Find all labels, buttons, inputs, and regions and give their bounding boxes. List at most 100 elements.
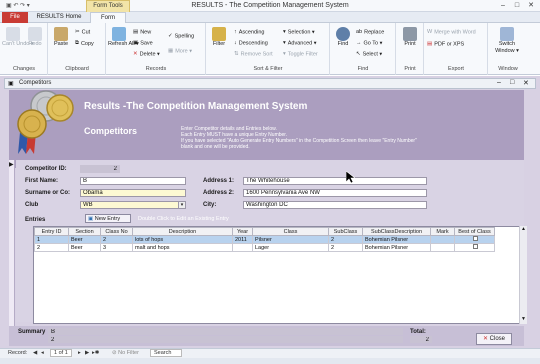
cell — [430, 243, 455, 252]
cell: 2 — [100, 235, 133, 244]
save-icon: ▣ — [133, 40, 139, 46]
col-best-of-class[interactable]: Best of Class — [454, 227, 495, 236]
print-button[interactable]: Print — [399, 27, 421, 48]
goto-icon: → — [356, 40, 362, 46]
col-year[interactable]: Year — [232, 227, 253, 236]
last-record-icon[interactable]: ▶ — [85, 350, 89, 356]
summary-field: B — [48, 328, 403, 335]
grid-scrollbar[interactable]: ▲ ▼ — [519, 226, 527, 324]
record-position-field[interactable]: 1 of 1 — [50, 349, 72, 357]
close-button[interactable]: ✕ Close — [476, 333, 512, 345]
merge-word-button[interactable]: W Merge with Word — [427, 29, 476, 35]
pdf-xps-button[interactable]: ▤ PDF or XPS — [427, 41, 464, 47]
best-of-class-checkbox[interactable] — [454, 235, 495, 244]
maximize-icon[interactable]: □ — [510, 1, 524, 10]
club-select[interactable]: WB — [80, 201, 186, 209]
group-label-print: Print — [404, 66, 416, 72]
save-record-button[interactable]: ▣ Save — [133, 40, 153, 46]
address2-field[interactable]: 1600 Pennsylvania Ave NW — [243, 189, 427, 197]
tab-file[interactable]: File — [2, 12, 28, 23]
undo-button[interactable]: Can't Undo ▾ — [2, 27, 34, 48]
medals-logo-icon — [17, 90, 74, 154]
form-minimize-icon[interactable]: – — [497, 79, 501, 86]
col-class-no[interactable]: Class No — [100, 227, 133, 236]
close-window-icon[interactable]: ✕ — [524, 1, 538, 10]
more-button[interactable]: ▦ More ▾ — [168, 48, 192, 54]
next-record-icon[interactable]: ▸ — [78, 350, 81, 356]
printer-icon — [403, 27, 417, 41]
table-row[interactable]: 1 Beer 2 lots of hops 2011 Pilsner 2 Boh… — [34, 235, 495, 244]
form-restore-icon[interactable]: □ — [510, 79, 514, 86]
cell: Bohemian Pilsner — [362, 235, 431, 244]
redo-icon — [28, 27, 42, 41]
first-record-icon[interactable]: ◀ — [33, 350, 37, 356]
cell: 1 — [34, 235, 69, 244]
cell: 2 — [328, 235, 363, 244]
replace-button[interactable]: ab Replace — [356, 29, 384, 35]
address1-label: Address 1: — [203, 178, 235, 184]
descending-button[interactable]: ↓ Descending — [234, 40, 268, 46]
best-of-class-checkbox[interactable] — [454, 243, 495, 252]
competitor-id-label: Competitor ID: — [25, 166, 67, 172]
spelling-button[interactable]: ✓ Spelling — [168, 33, 194, 39]
refresh-all-button[interactable]: Refresh All ▾ — [108, 27, 139, 48]
cell: Beer — [68, 235, 101, 244]
goto-button[interactable]: → Go To ▾ — [356, 40, 382, 46]
first-name-label: First Name: — [25, 178, 59, 184]
ascending-button[interactable]: ↑ Ascending — [234, 29, 264, 35]
minimize-icon[interactable]: – — [496, 1, 510, 10]
selection-icon: ▾ — [283, 29, 286, 35]
cell: Lager — [252, 243, 329, 252]
delete-record-button[interactable]: ✕ Delete ▾ — [133, 51, 160, 57]
previous-record-icon[interactable]: ◂ — [41, 350, 44, 356]
scroll-down-icon[interactable]: ▼ — [521, 316, 526, 322]
surname-field[interactable]: Obama — [80, 189, 186, 197]
paste-button[interactable]: Paste — [50, 27, 72, 48]
copy-button[interactable]: ⧉ Copy — [75, 40, 94, 47]
col-subclass-description[interactable]: SubClassDescription — [362, 227, 431, 236]
city-field[interactable]: Washington DC — [243, 201, 427, 209]
first-name-field[interactable]: B — [80, 177, 186, 185]
table-row[interactable]: 2 Beer 3 malt and hops Lager 2 Bohemian … — [34, 243, 495, 252]
switch-window-button[interactable]: Switch Window ▾ — [492, 27, 522, 54]
filter-button[interactable]: Filter — [208, 27, 230, 48]
paste-icon — [54, 27, 68, 41]
scroll-up-icon[interactable]: ▲ — [521, 226, 526, 232]
new-record-nav-icon[interactable]: ▸✱ — [92, 350, 99, 356]
advanced-button[interactable]: ▾ Advanced ▾ — [283, 40, 317, 46]
cell: 3 — [100, 243, 133, 252]
col-section[interactable]: Section — [68, 227, 101, 236]
form-close-icon[interactable]: ✕ — [523, 79, 529, 87]
search-input[interactable]: Search — [150, 349, 183, 357]
cell: malt and hops — [132, 243, 233, 252]
new-entry-button[interactable]: ▣ New Entry — [85, 214, 131, 223]
col-subclass[interactable]: SubClass — [328, 227, 363, 236]
select-button[interactable]: ↖ Select ▾ — [356, 51, 382, 57]
col-mark[interactable]: Mark — [430, 227, 455, 236]
address1-field[interactable]: The Whitehouse — [243, 177, 427, 185]
cut-button[interactable]: ✂ Cut — [75, 29, 90, 35]
club-dropdown-icon[interactable]: ▾ — [178, 201, 186, 209]
advanced-icon: ▾ — [283, 40, 286, 46]
tab-form[interactable]: Form — [90, 12, 126, 23]
city-label: City: — [203, 202, 217, 208]
refresh-icon — [112, 27, 126, 41]
record-selector[interactable]: ▶ — [9, 160, 15, 340]
toggle-filter-button[interactable]: ▾ Toggle Filter — [283, 51, 318, 57]
selection-button[interactable]: ▾ Selection ▾ — [283, 29, 315, 35]
find-button[interactable]: Find — [333, 27, 353, 48]
tab-results-home[interactable]: RESULTS Home — [34, 12, 84, 23]
entries-grid[interactable]: Entry ID Section Class No Description Ye… — [33, 226, 527, 324]
col-description[interactable]: Description — [132, 227, 233, 236]
redo-button[interactable]: Redo — [25, 27, 45, 48]
group-label-export: Export — [448, 66, 464, 72]
new-record-button[interactable]: ▤ New — [133, 29, 151, 35]
title-bar: ▣ ↶ ↷ ▾ Form Tools RESULTS - The Competi… — [0, 0, 540, 12]
remove-sort-button[interactable]: ⇅ Remove Sort — [234, 51, 273, 57]
mouse-cursor-icon — [346, 171, 355, 184]
no-filter-button[interactable]: ⊘ No Filter — [112, 350, 139, 356]
form-window-title: Competitors — [19, 80, 52, 86]
group-label-window: Window — [498, 66, 518, 72]
col-class[interactable]: Class — [252, 227, 329, 236]
col-entry-id[interactable]: Entry ID — [34, 227, 69, 236]
